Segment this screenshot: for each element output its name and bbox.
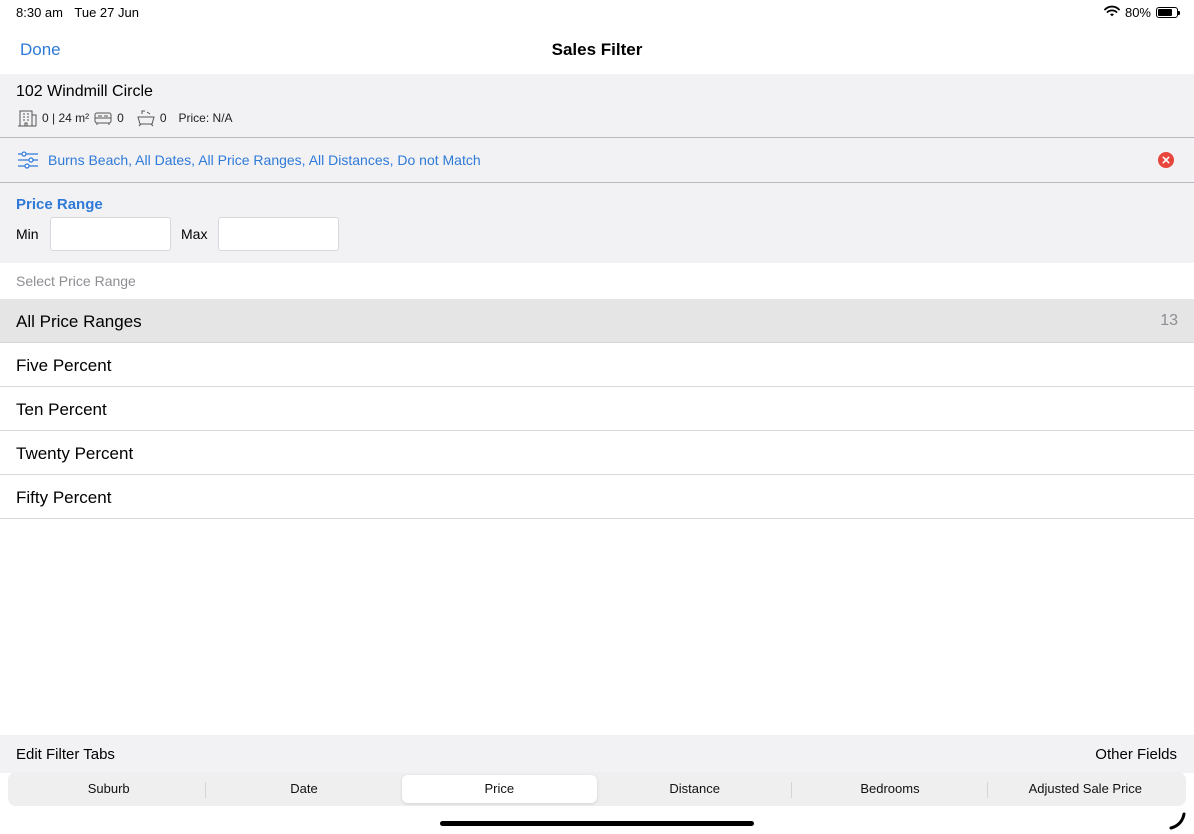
battery-fill xyxy=(1158,9,1173,16)
home-indicator[interactable] xyxy=(440,821,754,826)
battery-percentage: 80% xyxy=(1124,5,1151,20)
bed-icon xyxy=(93,110,113,126)
max-price-input[interactable] xyxy=(218,217,339,251)
min-price-input[interactable] xyxy=(50,217,171,251)
clear-icon[interactable] xyxy=(1158,152,1174,168)
tab-bedrooms[interactable]: Bedrooms xyxy=(792,775,988,803)
price-option-fifty-percent[interactable]: Fifty Percent xyxy=(0,475,1194,519)
bathroom-count: 0 xyxy=(159,111,167,125)
option-label: Fifty Percent xyxy=(16,488,112,507)
building-icon xyxy=(16,109,38,127)
status-time: 8:30 am xyxy=(16,5,63,20)
option-label: Ten Percent xyxy=(16,400,107,419)
edit-filter-tabs-button[interactable]: Edit Filter Tabs xyxy=(16,746,115,763)
property-stats: 0 | 24 m² 0 0 Price: N/A xyxy=(16,109,233,127)
price-option-five-percent[interactable]: Five Percent xyxy=(0,343,1194,387)
status-left: 8:30 am Tue 27 Jun xyxy=(16,5,147,20)
navigation-bar: Done Sales Filter xyxy=(0,24,1194,74)
filter-summary-text: Burns Beach, All Dates, All Price Ranges… xyxy=(48,152,481,168)
max-label: Max xyxy=(181,226,208,242)
option-label: Five Percent xyxy=(16,356,112,375)
filter-tabs: Suburb Date Price Distance Bedrooms Adju… xyxy=(8,772,1186,806)
price-range-options: All Price Ranges 13 Five Percent Ten Per… xyxy=(0,299,1194,519)
area-value: 0 | 24 m² xyxy=(42,111,90,125)
property-address: 102 Windmill Circle xyxy=(16,83,153,100)
tab-suburb[interactable]: Suburb xyxy=(11,775,207,803)
page-title: Sales Filter xyxy=(551,40,643,59)
other-fields-button[interactable]: Other Fields xyxy=(1095,746,1177,763)
phone-icon xyxy=(1169,812,1189,834)
option-label: All Price Ranges xyxy=(16,312,142,331)
select-price-range-header: Select Price Range xyxy=(16,273,136,289)
price-range-panel: Price Range Min Max xyxy=(0,183,1194,263)
battery-icon xyxy=(1156,7,1180,18)
bottom-actions: Edit Filter Tabs Other Fields xyxy=(0,735,1194,773)
status-bar: 8:30 am Tue 27 Jun 80% xyxy=(0,0,1194,24)
bedroom-count: 0 xyxy=(117,111,124,125)
wifi-icon xyxy=(1104,5,1120,20)
status-date: Tue 27 Jun xyxy=(74,5,139,20)
price-value: Price: N/A xyxy=(178,111,233,125)
tab-date[interactable]: Date xyxy=(206,775,401,803)
price-range-heading: Price Range xyxy=(16,196,103,213)
option-label: Twenty Percent xyxy=(16,444,134,463)
option-count: 13 xyxy=(1160,312,1178,329)
bath-icon xyxy=(136,109,156,127)
status-right: 80% xyxy=(1104,5,1180,20)
property-summary: 102 Windmill Circle 0 | 24 m² 0 0 Price:… xyxy=(0,74,1194,138)
price-option-ten-percent[interactable]: Ten Percent xyxy=(0,387,1194,431)
filter-sliders-icon xyxy=(17,150,39,175)
active-filter-summary[interactable]: Burns Beach, All Dates, All Price Ranges… xyxy=(0,138,1194,183)
tab-distance[interactable]: Distance xyxy=(597,775,793,803)
min-label: Min xyxy=(16,226,39,242)
tab-price[interactable]: Price xyxy=(401,775,597,803)
price-option-all[interactable]: All Price Ranges 13 xyxy=(0,299,1194,343)
price-option-twenty-percent[interactable]: Twenty Percent xyxy=(0,431,1194,475)
tab-adjusted-sale-price[interactable]: Adjusted Sale Price xyxy=(988,775,1183,803)
